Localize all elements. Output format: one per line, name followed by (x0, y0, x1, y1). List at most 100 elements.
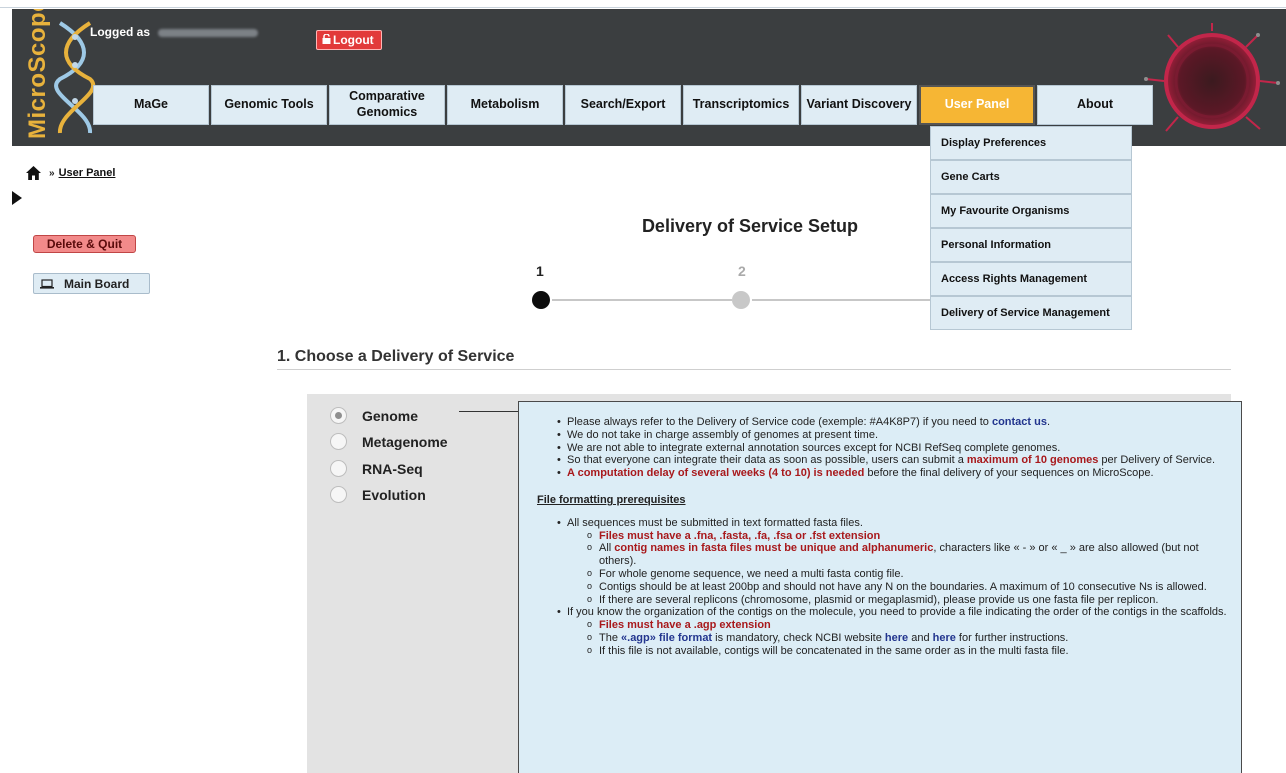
list-item: If this file is not available, contigs w… (533, 644, 1227, 658)
menu-item-access-rights[interactable]: Access Rights Management (930, 262, 1132, 296)
tab-transcriptomics[interactable]: Transcriptomics (683, 85, 799, 125)
genome-info-box: Please always refer to the Delivery of S… (518, 401, 1242, 773)
radio-label: Genome (362, 407, 419, 424)
list-item: If you know the organization of the cont… (533, 606, 1227, 657)
fasta-rules-list: Files must have a .fna, .fasta, .fa, .fs… (567, 529, 1227, 607)
list-item: Files must have a .fna, .fasta, .fa, .fs… (533, 529, 1227, 543)
info-text: Please always refer to the Delivery of S… (567, 416, 992, 428)
tab-search-export[interactable]: Search/Export (565, 85, 681, 125)
user-panel-dropdown: Display Preferences Gene Carts My Favour… (930, 126, 1132, 330)
extension-warning: Files must have a .fna, .fasta, .fa, .fs… (599, 529, 881, 542)
menu-item-gene-carts[interactable]: Gene Carts (930, 160, 1132, 194)
section-divider (277, 369, 1231, 370)
info-text: is mandatory, check NCBI website (712, 631, 885, 644)
sidebar-toggle-icon[interactable] (12, 191, 22, 205)
step-connector-1 (552, 299, 732, 301)
contig-names-warning: contig names in fasta files must be uniq… (614, 542, 934, 555)
info-text: All (599, 542, 615, 555)
list-item: Contigs should be at least 200bp and sho… (533, 580, 1227, 594)
logged-as-label: Logged as (90, 25, 151, 39)
tab-about[interactable]: About (1037, 85, 1153, 125)
radio-button[interactable] (330, 460, 347, 477)
radio-metagenome[interactable]: Metagenome (330, 433, 448, 450)
list-item: For whole genome sequence, we need a mul… (533, 567, 1227, 581)
menu-item-delivery-of-service-management[interactable]: Delivery of Service Management (930, 296, 1132, 330)
info-text: All sequences must be submitted in text … (567, 516, 863, 529)
logo-text: MicroScope (24, 9, 51, 139)
logout-label: Logout (333, 33, 374, 47)
list-item: So that everyone can integrate their dat… (533, 454, 1227, 467)
delete-quit-button[interactable]: Delete & Quit (33, 235, 136, 253)
home-icon[interactable] (26, 166, 41, 180)
radio-genome[interactable]: Genome (330, 407, 418, 424)
menu-item-personal-information[interactable]: Personal Information (930, 228, 1132, 262)
ncbi-here-link-1[interactable]: here (885, 632, 908, 644)
laptop-icon (40, 278, 54, 289)
tab-user-panel[interactable]: User Panel (919, 85, 1035, 125)
info-text: before the final delivery of your sequen… (864, 467, 1154, 480)
info-text: If you know the organization of the cont… (567, 606, 1227, 619)
max-genomes-warning: maximum of 10 genomes (966, 454, 1099, 467)
tab-variant-discovery[interactable]: Variant Discovery (801, 85, 917, 125)
agp-format-link[interactable]: «.agp» file format (621, 632, 712, 644)
info-text: for further instructions. (955, 631, 1069, 644)
breadcrumb: » User Panel (26, 166, 115, 180)
info-text: and (908, 631, 933, 644)
logout-button[interactable]: Logout (316, 30, 382, 50)
tab-mage[interactable]: MaGe (93, 85, 209, 125)
selection-connector-line (459, 411, 519, 412)
lock-icon (322, 33, 331, 47)
setup-stepper: 1 2 (530, 263, 950, 313)
step-1-dot[interactable] (532, 291, 550, 309)
page-title: Delivery of Service Setup (641, 216, 859, 236)
list-item: We are not able to integrate external an… (533, 442, 1227, 455)
step-connector-2 (752, 299, 930, 301)
prerequisites-heading: File formatting prerequisites (537, 493, 686, 506)
radio-evolution[interactable]: Evolution (330, 486, 426, 503)
contact-us-link[interactable]: contact us (992, 416, 1047, 428)
tab-genomic-tools[interactable]: Genomic Tools (211, 85, 327, 125)
step-2-number: 2 (738, 263, 746, 279)
step-1-number: 1 (536, 263, 544, 279)
list-item: Files must have a .agp extension (533, 618, 1227, 632)
general-rules-list: Please always refer to the Delivery of S… (533, 416, 1227, 480)
step-2-dot[interactable] (732, 291, 750, 309)
list-item: We do not take in charge assembly of gen… (533, 429, 1227, 442)
ncbi-here-link-2[interactable]: here (933, 632, 956, 644)
main-board-button[interactable]: Main Board (33, 273, 150, 294)
menu-item-display-preferences[interactable]: Display Preferences (930, 126, 1132, 160)
agp-rules-list: Files must have a .agp extension The «.a… (567, 618, 1227, 657)
prerequisites-list: All sequences must be submitted in text … (533, 517, 1227, 658)
main-board-label: Main Board (64, 276, 130, 291)
radio-label: RNA-Seq (362, 460, 423, 477)
radio-label: Evolution (362, 486, 426, 503)
info-text: . (1046, 416, 1051, 428)
info-text: So that everyone can integrate their dat… (567, 454, 967, 467)
virus-illustration (1144, 23, 1280, 132)
breadcrumb-separator: » (49, 167, 55, 179)
radio-label: Metagenome (362, 433, 448, 450)
radio-button[interactable] (330, 486, 347, 503)
logged-as: Logged as (90, 25, 259, 39)
list-item: All sequences must be submitted in text … (533, 517, 1227, 607)
list-item: If there are several replicons (chromoso… (533, 593, 1227, 607)
list-item: A computation delay of several weeks (4 … (533, 467, 1227, 480)
section-title: 1. Choose a Delivery of Service (277, 348, 515, 365)
radio-button-checked[interactable] (330, 407, 347, 424)
info-text: per Delivery of Service. (1098, 454, 1216, 467)
breadcrumb-user-panel-link[interactable]: User Panel (59, 167, 116, 179)
list-item: Please always refer to the Delivery of S… (533, 416, 1227, 429)
computation-delay-warning: A computation delay of several weeks (4 … (567, 467, 865, 480)
list-item: The «.agp» file format is mandatory, che… (533, 631, 1227, 645)
blurred-user-name (158, 28, 259, 37)
agp-extension-warning: Files must have a .agp extension (599, 619, 771, 632)
info-text: The (599, 631, 622, 644)
radio-rna-seq[interactable]: RNA-Seq (330, 460, 423, 477)
radio-button[interactable] (330, 433, 347, 450)
menu-item-favourite-organisms[interactable]: My Favourite Organisms (930, 194, 1132, 228)
list-item: All contig names in fasta files must be … (533, 541, 1227, 568)
main-navigation: MaGe Genomic Tools Comparative Genomics … (93, 85, 1155, 125)
microscope-logo[interactable]: MicroScope (24, 9, 51, 145)
tab-metabolism[interactable]: Metabolism (447, 85, 563, 125)
tab-comparative-genomics[interactable]: Comparative Genomics (329, 85, 445, 125)
